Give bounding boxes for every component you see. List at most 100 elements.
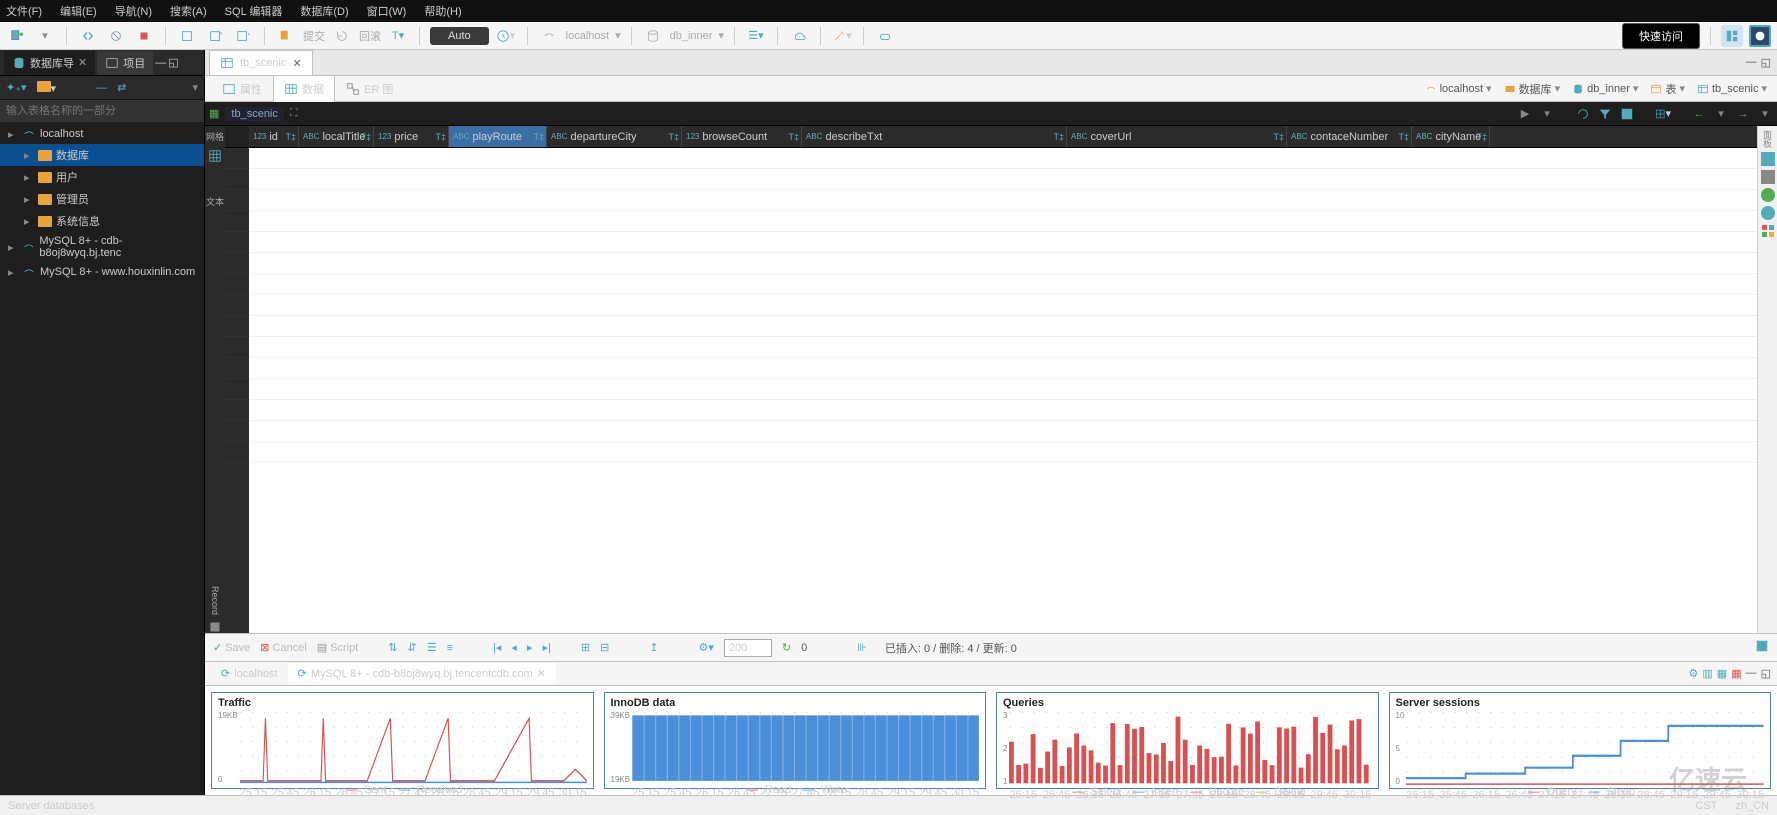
column-header[interactable]: 123idT‡ xyxy=(249,126,299,147)
editor-tab-tb-scenic[interactable]: tb_scenic✕ xyxy=(209,50,313,75)
tx-mode-button[interactable]: T▾ xyxy=(387,25,409,47)
quick-access-button[interactable]: 快速访问 xyxy=(1622,23,1700,49)
next-page-icon[interactable]: ▸ xyxy=(527,641,533,654)
tree-item[interactable]: ▸管理员 xyxy=(0,188,204,210)
cloud-button[interactable] xyxy=(788,25,810,47)
sort-3-icon[interactable]: ☰ xyxy=(427,641,437,654)
reload-icon[interactable]: ↻ xyxy=(782,641,791,654)
minimize-editor[interactable]: — xyxy=(1746,56,1757,69)
first-icon[interactable]: |◂ xyxy=(493,641,501,654)
menu-item[interactable]: 帮助(H) xyxy=(424,3,461,19)
menu-button[interactable]: ▾ xyxy=(192,81,198,94)
gear-icon[interactable]: ⚙ xyxy=(1689,667,1699,680)
menu-item[interactable]: 编辑(E) xyxy=(60,3,97,19)
bottom-tab-mysql[interactable]: ⟳MySQL 8+ - cdb-b8oj8wyq.bj.tencentcdb.c… xyxy=(288,663,556,684)
menu-item[interactable]: 数据库(D) xyxy=(300,3,348,19)
restore-icon[interactable]: ◱ xyxy=(168,56,178,69)
menu-item[interactable]: 文件(F) xyxy=(6,3,42,19)
settings-icon[interactable]: ⚙▾ xyxy=(699,641,714,654)
perspective-1[interactable] xyxy=(1721,25,1743,47)
prev-icon[interactable]: ← xyxy=(1691,106,1707,122)
save-icon[interactable] xyxy=(1619,106,1635,122)
grid-icon[interactable]: ▾ xyxy=(1655,106,1671,122)
new-sql-button[interactable] xyxy=(6,25,28,47)
column-header[interactable]: 123priceT‡ xyxy=(374,126,449,147)
subtab-data[interactable]: 数据 xyxy=(273,75,335,103)
folder-button[interactable]: ▾ xyxy=(37,81,57,95)
del-row-icon[interactable]: ⊟ xyxy=(600,641,609,654)
column-header[interactable]: ABClocalTitleT‡ xyxy=(299,126,374,147)
sort-2-icon[interactable]: ⇵ xyxy=(408,641,417,654)
column-header[interactable]: ABCdescribeTxtT‡ xyxy=(802,126,1067,147)
breadcrumb-item[interactable]: 数据库▾ xyxy=(1500,79,1565,99)
add-row-icon[interactable]: ⊞ xyxy=(581,641,590,654)
connect-button[interactable] xyxy=(77,25,99,47)
refresh-button[interactable]: ⇄ xyxy=(117,81,126,94)
tree-item[interactable]: ▸数据库 xyxy=(0,144,204,166)
panel-icon-3[interactable] xyxy=(1761,188,1775,202)
subtab-er[interactable]: ER 图 xyxy=(335,75,404,103)
filter-input[interactable] xyxy=(6,105,198,117)
collapse-button[interactable]: — xyxy=(96,82,107,94)
rollback2-button[interactable] xyxy=(331,25,353,47)
disconnect-button[interactable] xyxy=(105,25,127,47)
close-icon[interactable]: ✕ xyxy=(537,667,546,680)
panel-c-icon[interactable]: ▦ xyxy=(1731,667,1741,680)
panel-icon-5[interactable] xyxy=(1761,224,1775,238)
panel-b-icon[interactable]: ▦ xyxy=(1717,667,1727,680)
perspective-2[interactable] xyxy=(1749,25,1771,47)
panel-icon-1[interactable] xyxy=(1761,152,1775,166)
limit-input[interactable] xyxy=(724,639,772,657)
column-header[interactable]: ABCcoverUrlT‡ xyxy=(1067,126,1287,147)
tx-button[interactable] xyxy=(232,25,254,47)
tree-item[interactable]: ▸MySQL 8+ - cdb-b8oj8wyq.bj.tenc xyxy=(0,232,204,262)
list-button[interactable]: ☰▾ xyxy=(745,25,767,47)
host-label[interactable]: localhost xyxy=(566,30,609,42)
column-header[interactable]: ABCplayRouteT‡ xyxy=(449,126,547,147)
script-button[interactable]: ▤Script xyxy=(317,641,359,654)
last-icon[interactable]: ▸| xyxy=(542,641,550,654)
menu-item[interactable]: SQL 编辑器 xyxy=(225,3,283,19)
sidebar-tab-db-nav[interactable]: 数据库导✕ xyxy=(4,51,95,75)
save-button[interactable]: ✓Save xyxy=(213,641,250,654)
breadcrumb-item[interactable]: localhost▾ xyxy=(1421,80,1496,97)
breadcrumb-item[interactable]: 表▾ xyxy=(1646,79,1689,99)
filter-icon[interactable] xyxy=(1597,106,1613,122)
export-icon[interactable]: ↥ xyxy=(649,641,658,654)
refresh-icon[interactable] xyxy=(1575,106,1591,122)
cancel-button[interactable]: ⊠Cancel xyxy=(260,641,306,654)
dropdown-1[interactable]: ▾ xyxy=(34,25,56,47)
column-header[interactable]: 123browseCountT‡ xyxy=(682,126,802,147)
next-icon[interactable]: → xyxy=(1735,106,1751,122)
index-icon[interactable]: ⊪ xyxy=(857,641,867,654)
menu-item[interactable]: 窗口(W) xyxy=(367,3,407,19)
bottom-tab-localhost[interactable]: ⟳localhost xyxy=(211,663,288,684)
eraser-button[interactable] xyxy=(874,25,896,47)
prev-page-icon[interactable]: ◂ xyxy=(511,641,517,654)
panel-icon-2[interactable] xyxy=(1761,170,1775,184)
expand-footer-icon[interactable] xyxy=(1755,639,1769,656)
rollback-button[interactable] xyxy=(204,25,226,47)
maximize-editor[interactable]: ◱ xyxy=(1761,56,1771,69)
subtab-props[interactable]: 属性 xyxy=(211,75,273,103)
tree-item[interactable]: ▸系统信息 xyxy=(0,210,204,232)
sidebar-tab-project[interactable]: 项目 xyxy=(97,51,153,75)
db-label[interactable]: db_inner xyxy=(670,30,713,42)
menu-item[interactable]: 搜索(A) xyxy=(170,3,207,19)
tree-item[interactable]: ▸localhost xyxy=(0,124,204,144)
panel-icon-4[interactable] xyxy=(1761,206,1775,220)
column-header[interactable]: ABCcontaceNumberT‡ xyxy=(1287,126,1412,147)
sidebar-filter[interactable] xyxy=(0,100,204,122)
min-panel-icon[interactable]: — xyxy=(1746,667,1757,680)
grid-rows[interactable] xyxy=(225,148,1757,633)
breadcrumb-item[interactable]: tb_scenic▾ xyxy=(1693,80,1771,97)
submit-button[interactable] xyxy=(275,25,297,47)
expand-icon[interactable]: ⛶ xyxy=(290,107,298,120)
menu-item[interactable]: 导航(N) xyxy=(115,3,152,19)
tree-item[interactable]: ▸用户 xyxy=(0,166,204,188)
wand-button[interactable]: ▾ xyxy=(831,25,853,47)
column-header[interactable]: ABCcityNameT‡ xyxy=(1412,126,1490,147)
breadcrumb-item[interactable]: db_inner▾ xyxy=(1568,80,1642,97)
history-button[interactable]: ▾ xyxy=(495,25,517,47)
sort-4-icon[interactable]: ≡ xyxy=(447,642,453,654)
